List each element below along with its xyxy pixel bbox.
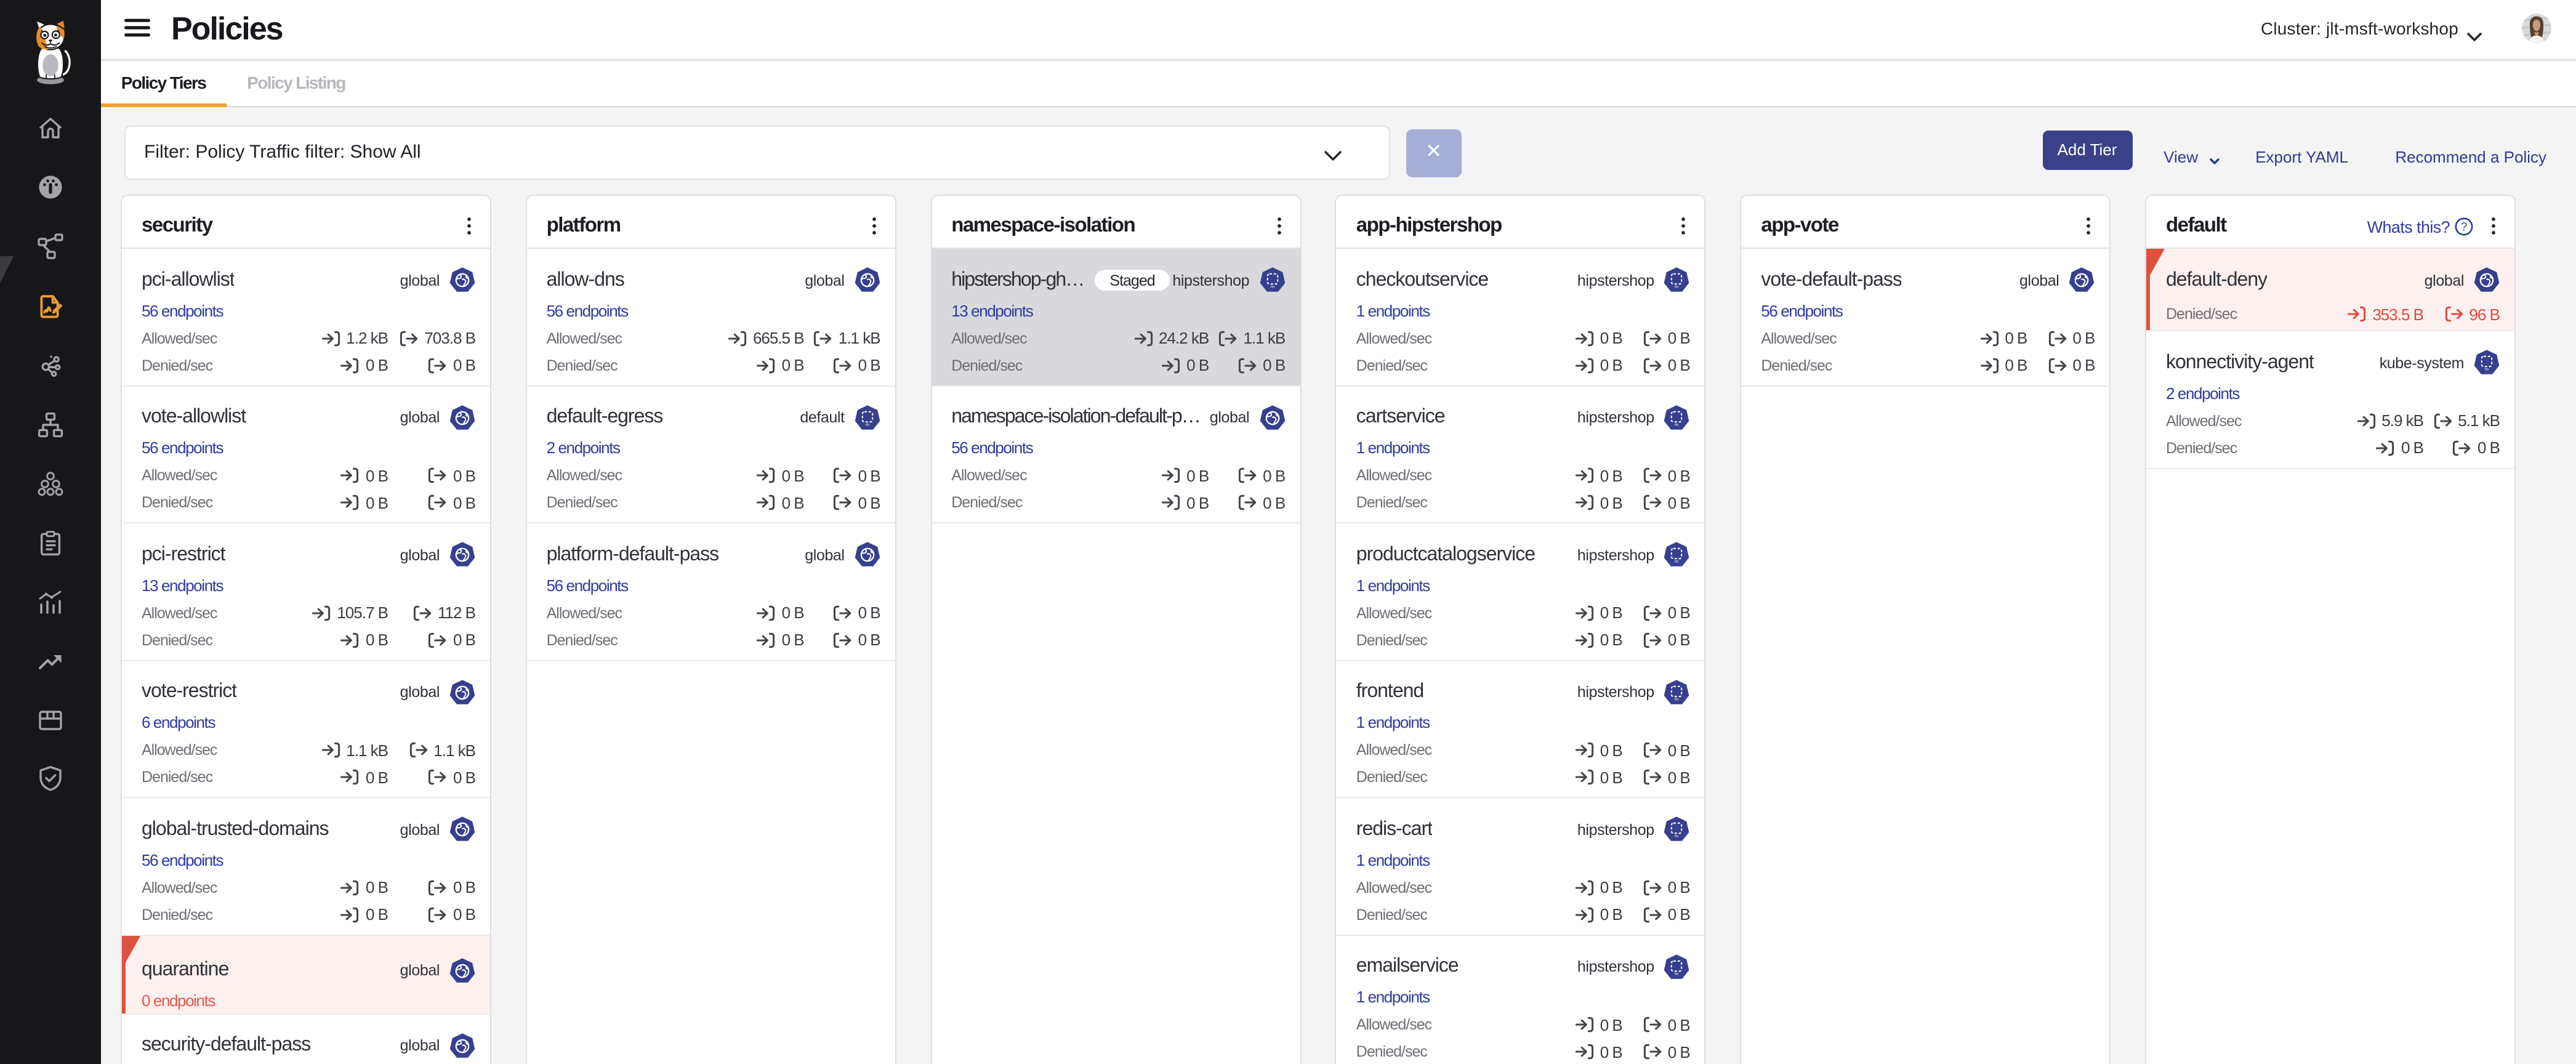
svg-text:?: ? — [2461, 220, 2467, 232]
svg-text:ns: ns — [865, 422, 869, 427]
svg-text:ns: ns — [1270, 285, 1274, 289]
svg-text:ns: ns — [1675, 834, 1679, 839]
svg-text:ns: ns — [2485, 368, 2489, 372]
svg-text:ns: ns — [1675, 697, 1679, 701]
svg-text:ns: ns — [1675, 285, 1679, 289]
svg-text:ns: ns — [1675, 422, 1679, 427]
svg-text:ns: ns — [1675, 972, 1679, 976]
svg-text:ns: ns — [1675, 560, 1679, 564]
